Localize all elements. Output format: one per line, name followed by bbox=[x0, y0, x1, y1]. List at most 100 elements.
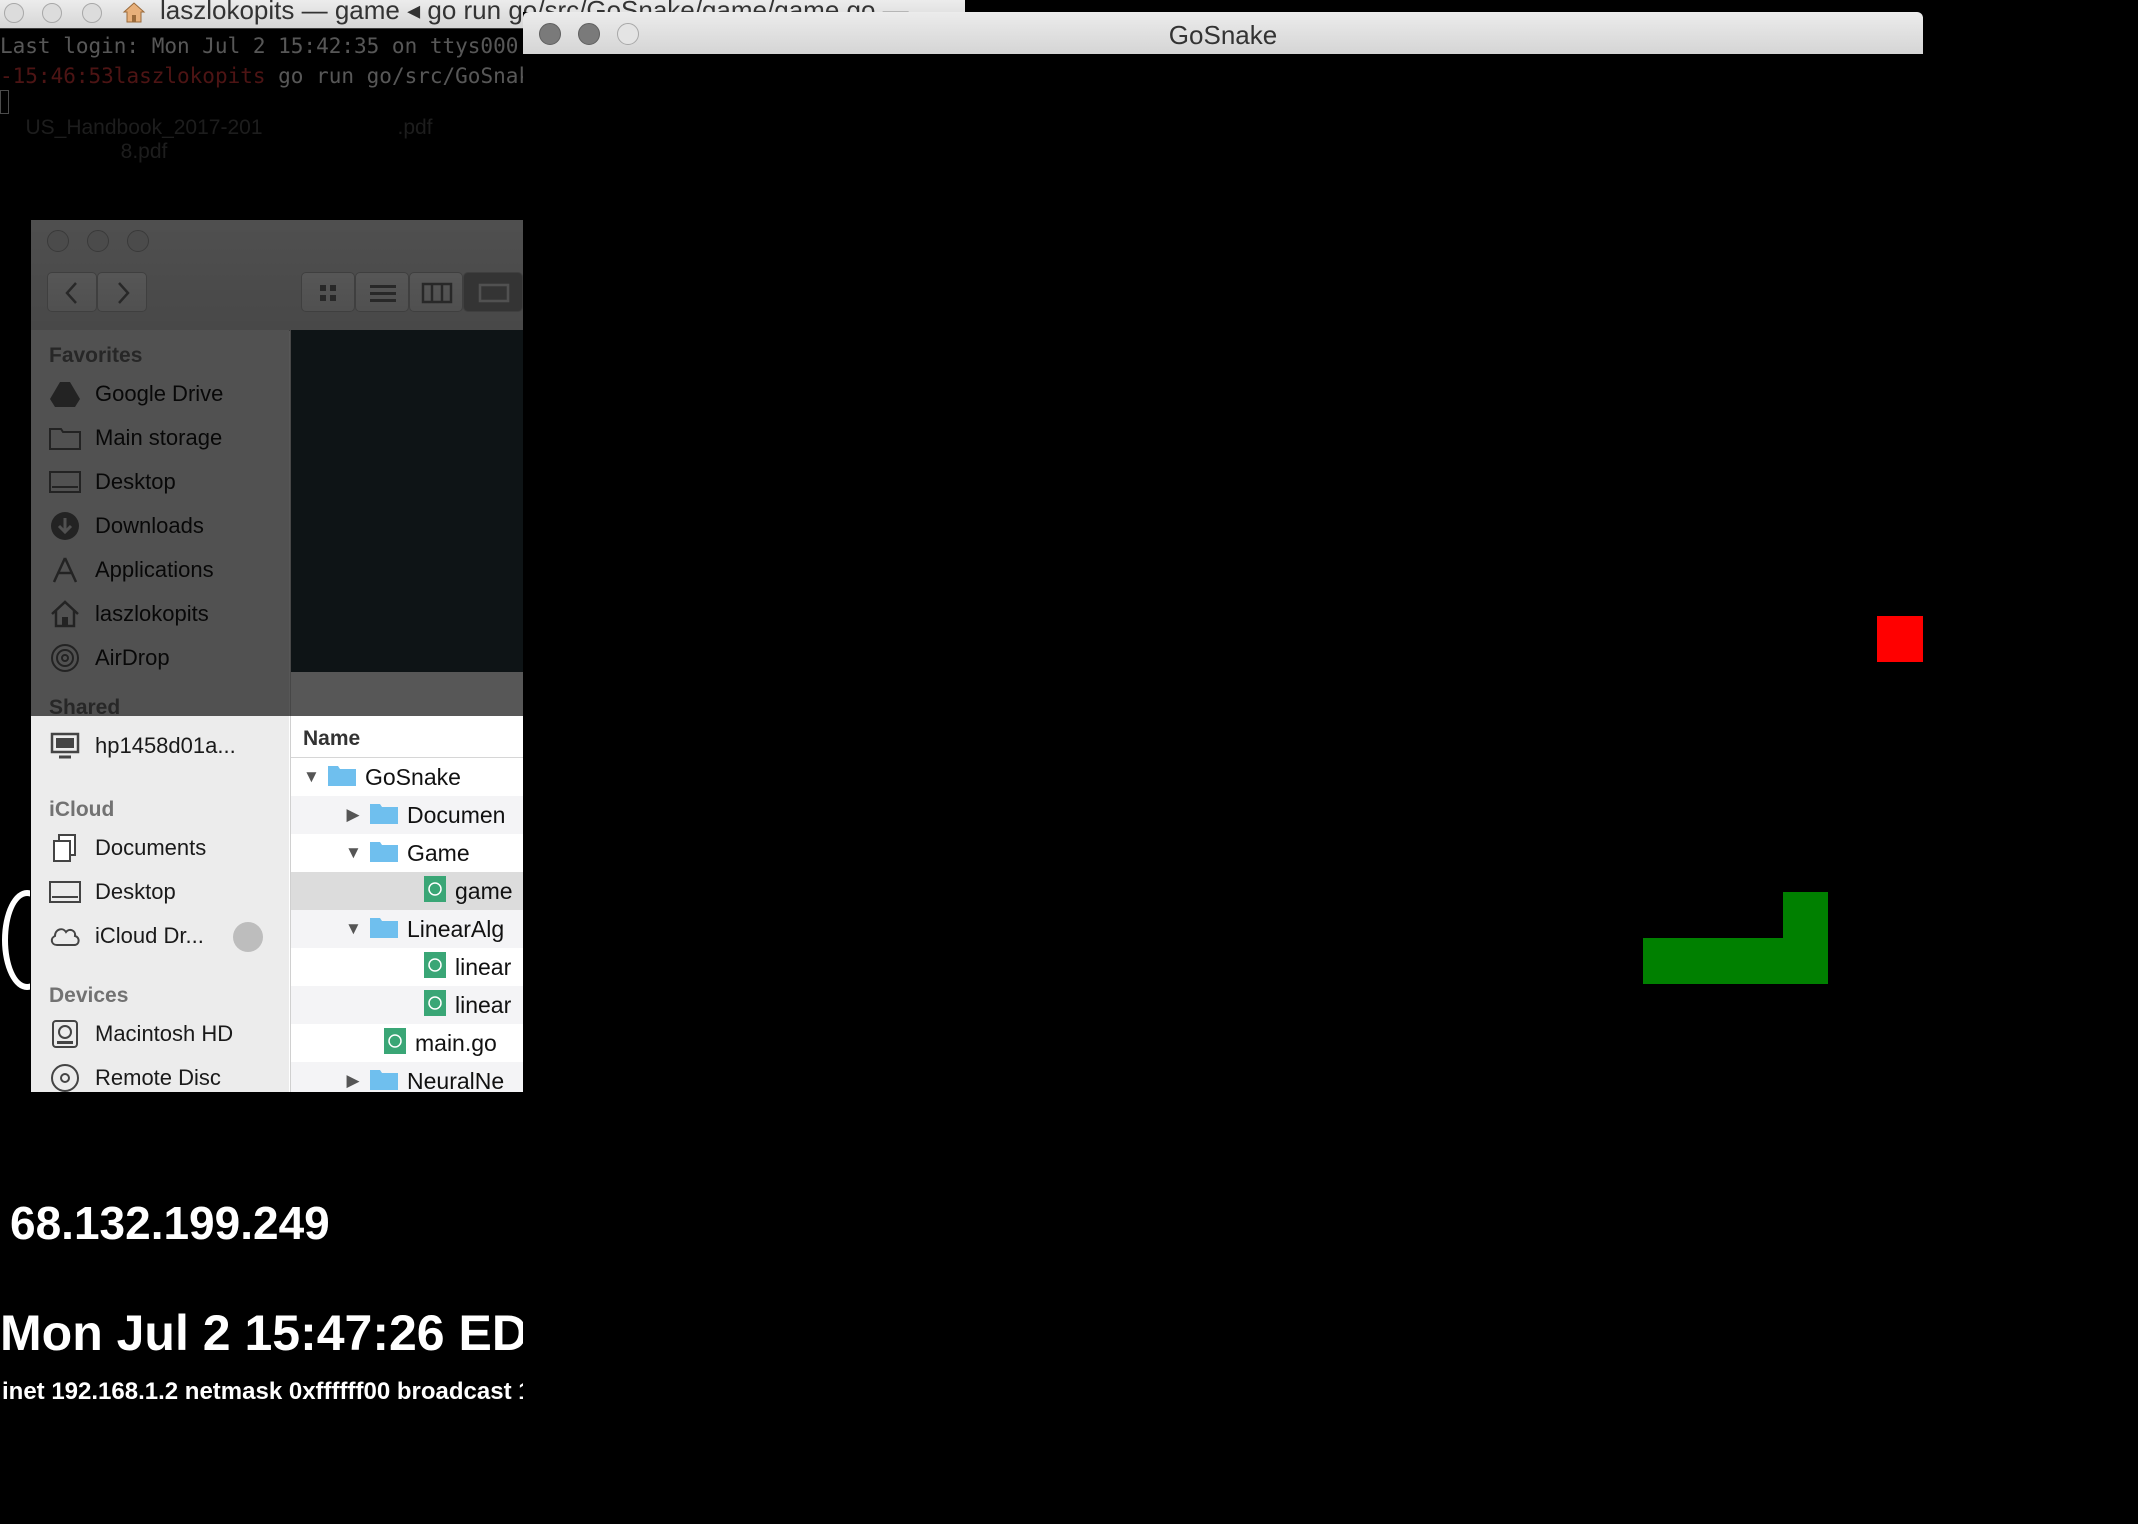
name-column-header[interactable]: Name bbox=[291, 720, 523, 758]
documents-icon bbox=[53, 834, 76, 862]
gosnake-window[interactable]: GoSnake bbox=[523, 12, 1923, 1524]
finder-sidebar: Favorites Google Drive Main storage Desk… bbox=[31, 330, 289, 1092]
food-pellet bbox=[1877, 616, 1923, 662]
finder-toolbar bbox=[31, 220, 523, 331]
file-row-game[interactable]: ▼ Game bbox=[291, 834, 523, 872]
file-name: GoSnake bbox=[365, 763, 461, 790]
downloads-icon bbox=[51, 512, 79, 540]
desktop-file-label-2: 8.pdf bbox=[120, 140, 168, 163]
terminal-prompt-line: -15:46:53laszlokopits go run go/src/GoSn… bbox=[0, 64, 523, 88]
sidebar-item-google-drive[interactable]: Google Drive bbox=[49, 374, 289, 414]
desktop-file-label: US_Handbook_2017-201 bbox=[25, 116, 263, 139]
file-row-gosnake[interactable]: ▼ GoSnake bbox=[291, 758, 523, 796]
sidebar-item-downloads[interactable]: Downloads bbox=[49, 506, 289, 546]
sidebar-item-label: Documents bbox=[95, 835, 207, 860]
inet-info: inet 192.168.1.2 netmask 0xffffff00 broa… bbox=[2, 1378, 523, 1405]
disclosure-expanded-icon[interactable]: ▼ bbox=[345, 843, 362, 863]
sidebar-item-laszlokopits[interactable]: laszlokopits bbox=[49, 594, 289, 634]
sidebar-item-shared-computer[interactable]: hp1458d01a... bbox=[49, 726, 289, 766]
sidebar-item-applications[interactable]: Applications bbox=[49, 550, 289, 590]
hard-drive-icon bbox=[52, 1020, 78, 1048]
finder-close-button[interactable] bbox=[47, 230, 69, 252]
file-row-main-go[interactable]: main.go bbox=[291, 1024, 523, 1062]
shared-heading: Shared bbox=[49, 696, 121, 719]
finder-window[interactable]: Favorites Google Drive Main storage Desk… bbox=[31, 220, 523, 1092]
disclosure-expanded-icon[interactable]: ▼ bbox=[345, 919, 362, 939]
folder-icon bbox=[370, 917, 398, 938]
file-row-documents[interactable]: ▶ Documen bbox=[291, 796, 523, 834]
gallery-view-button[interactable] bbox=[463, 272, 523, 312]
content-dimmed-region bbox=[291, 330, 523, 672]
list-icon bbox=[370, 285, 396, 302]
date-time: Mon Jul 2 15:47:26 EDT bbox=[0, 1305, 523, 1361]
sidebar-item-label: Applications bbox=[95, 557, 214, 582]
sidebar-item-label: AirDrop bbox=[95, 645, 170, 670]
sidebar-item-label: Downloads bbox=[95, 513, 204, 538]
sidebar-item-label: Desktop bbox=[95, 469, 176, 494]
desktop-widget-fragment bbox=[0, 890, 30, 1010]
gosnake-title: GoSnake bbox=[1168, 20, 1278, 50]
file-name: game bbox=[455, 877, 513, 904]
finder-file-list: Name ▼ GoSnake ▶ Documen ▼ Game game ▼ L… bbox=[290, 330, 523, 1092]
sidebar-item-airdrop[interactable]: AirDrop bbox=[49, 638, 289, 678]
desktop-icon bbox=[49, 881, 81, 903]
finder-minimize-button[interactable] bbox=[87, 230, 109, 252]
prompt-command: go run go/src/GoSnake/ bbox=[278, 64, 523, 88]
folder-icon bbox=[49, 428, 81, 450]
file-row-game-go[interactable]: game bbox=[291, 872, 523, 910]
sidebar-item-icloud-documents[interactable]: Documents bbox=[49, 828, 289, 868]
file-row-neuralnet[interactable]: ▶ NeuralNe bbox=[291, 1062, 523, 1092]
columns-icon bbox=[421, 282, 453, 304]
disclosure-collapsed-icon[interactable]: ▶ bbox=[345, 805, 361, 825]
grid-icon bbox=[320, 285, 336, 301]
favorites-heading: Favorites bbox=[49, 344, 143, 367]
ip-address: 68.132.199.249 bbox=[10, 1197, 330, 1249]
go-file-icon bbox=[384, 1027, 406, 1054]
airdrop-icon bbox=[51, 644, 79, 672]
desktop-file-handbook[interactable]: US_Handbook_2017-201 8.pdf bbox=[14, 116, 274, 164]
sidebar-item-label: Google Drive bbox=[95, 381, 224, 406]
google-drive-icon bbox=[50, 382, 80, 407]
sidebar-item-remote-disc[interactable]: Remote Disc bbox=[49, 1058, 289, 1092]
cloud-icon bbox=[50, 928, 80, 946]
column-view-button[interactable] bbox=[409, 272, 463, 312]
sidebar-item-icloud-desktop[interactable]: Desktop bbox=[49, 872, 289, 912]
terminal-zoom-button[interactable] bbox=[82, 3, 102, 23]
file-row-linear-2[interactable]: linear bbox=[291, 986, 523, 1024]
sidebar-item-macintosh-hd[interactable]: Macintosh HD bbox=[49, 1014, 289, 1054]
home-folder-icon bbox=[51, 600, 79, 628]
desktop-file-pdf[interactable]: .pdf bbox=[390, 116, 440, 140]
go-file-icon bbox=[424, 951, 446, 978]
chevron-left-icon bbox=[65, 282, 77, 304]
terminal-close-button[interactable] bbox=[4, 3, 24, 23]
desktop-file-label-3: .pdf bbox=[397, 116, 433, 139]
sidebar-item-main-storage[interactable]: Main storage bbox=[49, 418, 289, 458]
computer-icon bbox=[50, 732, 80, 759]
go-file-icon bbox=[424, 875, 446, 902]
file-name: main.go bbox=[415, 1029, 497, 1056]
gallery-icon bbox=[478, 283, 510, 303]
terminal-minimize-button[interactable] bbox=[42, 3, 62, 23]
disclosure-collapsed-icon[interactable]: ▶ bbox=[345, 1071, 361, 1091]
devices-heading: Devices bbox=[49, 984, 129, 1007]
game-board[interactable] bbox=[523, 54, 1923, 1524]
applications-icon bbox=[52, 557, 78, 583]
file-name: Documen bbox=[407, 801, 506, 828]
sidebar-item-label: laszlokopits bbox=[95, 601, 209, 626]
terminal-cursor bbox=[0, 90, 9, 114]
forward-button[interactable] bbox=[97, 272, 147, 312]
file-row-linear-1[interactable]: linear bbox=[291, 948, 523, 986]
file-name: linear bbox=[455, 953, 512, 980]
gosnake-titlebar[interactable]: GoSnake bbox=[523, 12, 1923, 55]
icloud-progress-icon bbox=[233, 922, 263, 952]
go-file-icon bbox=[424, 989, 446, 1016]
list-view-button[interactable] bbox=[355, 272, 409, 312]
home-icon bbox=[122, 2, 146, 23]
disclosure-expanded-icon[interactable]: ▼ bbox=[303, 767, 320, 787]
icon-view-button[interactable] bbox=[301, 272, 355, 312]
file-row-linearalg[interactable]: ▼ LinearAlg bbox=[291, 910, 523, 948]
sidebar-item-desktop[interactable]: Desktop bbox=[49, 462, 289, 502]
back-button[interactable] bbox=[47, 272, 97, 312]
sidebar-item-label: Remote Disc bbox=[95, 1065, 221, 1090]
finder-zoom-button[interactable] bbox=[127, 230, 149, 252]
